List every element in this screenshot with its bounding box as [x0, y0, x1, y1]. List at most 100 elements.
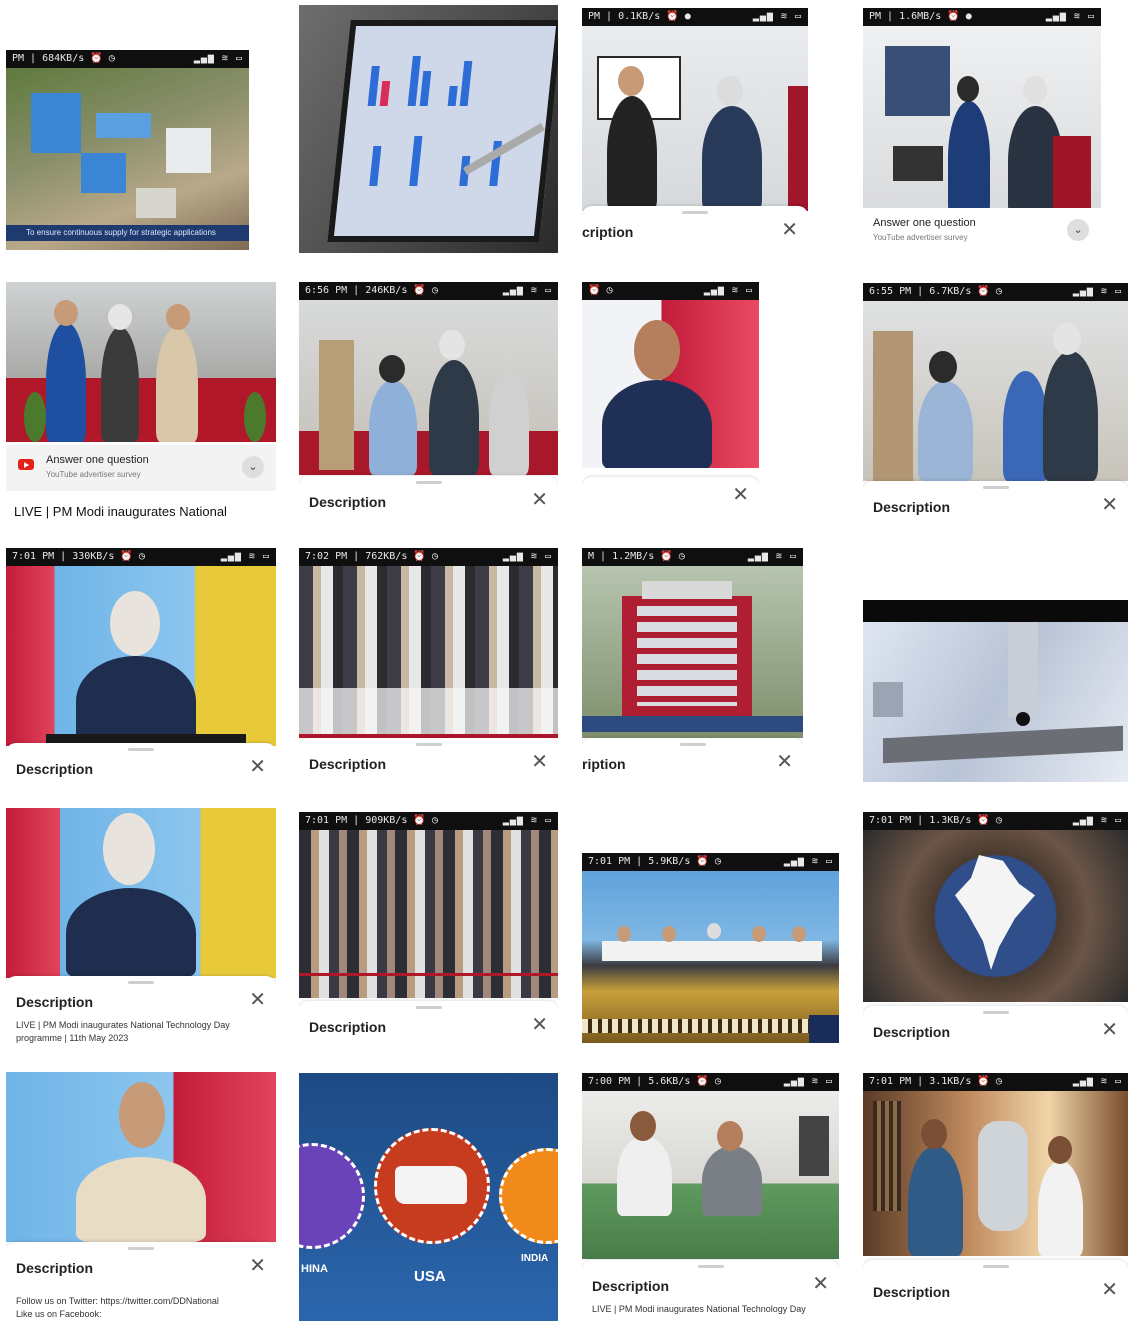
close-icon[interactable]: ✕: [1101, 1020, 1118, 1040]
sheet-title: cription: [582, 224, 634, 240]
status-left: 7:01 PM | 5.9KB/s ⏰ ◷: [588, 856, 721, 867]
map-collage-photo: [863, 830, 1128, 1002]
status-bar: PM | 0.1KB/s ⏰ ● ▂▄▆ ≋ ▭: [582, 8, 808, 26]
status-icons: ▂▄▆ ≋ ▭: [703, 285, 753, 296]
video-title[interactable]: LIVE | PM Modi inaugurates National: [14, 504, 227, 519]
thumbnail-electronics-booth[interactable]: PM | 1.6MB/s ⏰ ● ▂▄▆ ≋ ▭ Answer one ques…: [863, 8, 1101, 254]
thumbnail-audience[interactable]: 7:02 PM | 762KB/s ⏰ ◷ ▂▄▆ ≋ ▭ Descriptio…: [299, 548, 558, 788]
video-caption: [582, 716, 803, 732]
sheet-handle[interactable]: [682, 211, 708, 214]
speaker-photo: [6, 566, 276, 746]
sheet-handle[interactable]: [982, 1011, 1009, 1014]
close-icon[interactable]: ✕: [812, 1274, 829, 1294]
status-bar: 7:01 PM | 5.9KB/s ⏰ ◷ ▂▄▆ ≋ ▭: [582, 853, 839, 871]
description-sheet: Description ✕ LIVE | PM Modi inaugurates…: [582, 1260, 839, 1324]
thumbnail-booth-student[interactable]: 6:55 PM | 6.7KB/s ⏰ ◷ ▂▄▆ ≋ ▭ Descriptio…: [863, 283, 1128, 523]
sheet-title: Description: [873, 499, 951, 515]
thumbnail-booth-visit[interactable]: PM | 0.1KB/s ⏰ ● ▂▄▆ ≋ ▭ cription ✕: [582, 8, 808, 254]
sheet-handle[interactable]: [982, 1265, 1009, 1268]
sheet-handle[interactable]: [415, 481, 442, 484]
close-icon[interactable]: ✕: [531, 490, 548, 510]
video-caption: To ensure continuous supply for strategi…: [6, 225, 249, 241]
facebook-link-text[interactable]: Like us on Facebook:: [16, 1309, 102, 1319]
close-icon[interactable]: ✕: [249, 757, 266, 777]
status-icons: ▂▄▆ ≋ ▭: [1072, 1076, 1122, 1087]
sheet-handle[interactable]: [697, 1265, 724, 1268]
close-icon[interactable]: ✕: [776, 752, 793, 772]
sheet-title: Description: [309, 494, 387, 510]
thumbnail-minister-speech-2[interactable]: Description ✕ Follow us on Twitter: http…: [6, 1072, 276, 1324]
chevron-down-icon[interactable]: ⌄: [1067, 219, 1089, 241]
building-photo: [582, 566, 803, 738]
thumbnail-stage-panel[interactable]: 7:01 PM | 5.9KB/s ⏰ ◷ ▂▄▆ ≋ ▭: [582, 853, 839, 1045]
sheet-handle[interactable]: [128, 1247, 154, 1250]
booth-photo: [863, 301, 1128, 481]
description-sheet: Description ✕: [863, 481, 1128, 523]
status-bar: 7:01 PM | 1.3KB/s ⏰ ◷ ▂▄▆ ≋ ▭: [863, 812, 1128, 830]
close-icon[interactable]: ✕: [1101, 495, 1118, 515]
booth-photo: [299, 300, 558, 475]
thumbnail-lab-work[interactable]: 7:00 PM | 5.6KB/s ⏰ ◷ ▂▄▆ ≋ ▭ Descriptio…: [582, 1073, 839, 1324]
status-icons: ▂▄▆ ≋ ▭: [1072, 815, 1122, 826]
status-icons: ▂▄▆ ≋ ▭: [193, 53, 243, 64]
thumbnail-booth-conversation[interactable]: 6:56 PM | 246KB/s ⏰ ◷ ▂▄▆ ≋ ▭ Descriptio…: [299, 282, 558, 522]
close-icon[interactable]: ✕: [531, 1015, 548, 1035]
status-icons: ▂▄▆ ≋ ▭: [783, 856, 833, 867]
status-icons: ▂▄▆ ≋ ▭: [747, 551, 797, 562]
close-icon[interactable]: ✕: [249, 990, 266, 1010]
twitter-link-text[interactable]: Follow us on Twitter: https://twitter.co…: [16, 1296, 219, 1306]
status-bar: 7:01 PM | 3.1KB/s ⏰ ◷ ▂▄▆ ≋ ▭: [863, 1073, 1128, 1091]
close-icon[interactable]: ✕: [732, 485, 749, 505]
description-sheet: Description ✕: [863, 1260, 1128, 1324]
thumbnail-machine-closeup[interactable]: [863, 600, 1128, 782]
usa-label: USA: [414, 1268, 446, 1285]
thumbnail-audience-2[interactable]: 7:01 PM | 909KB/s ⏰ ◷ ▂▄▆ ≋ ▭ Descriptio…: [299, 812, 558, 1047]
thumbnail-minister-speech[interactable]: ⏰ ◷ ▂▄▆ ≋ ▭ ✕: [582, 282, 759, 517]
status-icons: ▂▄▆ ≋ ▭: [752, 11, 802, 22]
sheet-handle[interactable]: [128, 748, 154, 751]
sheet-title: Description: [16, 761, 94, 777]
thumbnail-india-map[interactable]: 7:01 PM | 1.3KB/s ⏰ ◷ ▂▄▆ ≋ ▭ Descriptio…: [863, 812, 1128, 1052]
close-icon[interactable]: ✕: [531, 752, 548, 772]
close-icon[interactable]: ✕: [1101, 1280, 1118, 1300]
sheet-handle[interactable]: [982, 486, 1009, 489]
china-label: HINA: [301, 1263, 328, 1275]
status-left: 7:02 PM | 762KB/s ⏰ ◷: [305, 551, 438, 562]
thumbnail-walking-group[interactable]: Answer one question YouTube advertiser s…: [6, 282, 276, 527]
status-left: PM | 1.6MB/s ⏰ ●: [869, 11, 972, 22]
ad-question: Answer one question: [873, 217, 976, 229]
sheet-title: Description: [873, 1284, 951, 1300]
description-sheet: Description ✕: [299, 476, 558, 522]
lab-photo: [582, 1091, 839, 1259]
close-icon[interactable]: ✕: [249, 1256, 266, 1276]
sheet-title: Description: [309, 1019, 387, 1035]
aerial-photo: [6, 68, 249, 250]
sheet-handle[interactable]: [415, 743, 442, 746]
status-left: 7:01 PM | 330KB/s ⏰ ◷: [12, 551, 145, 562]
thumbnail-aerial-facility[interactable]: PM | 684KB/s ⏰ ◷ ▂▄▆ ≋ ▭ To ensure conti…: [6, 50, 249, 250]
thumbnail-robot-lab[interactable]: 7:01 PM | 3.1KB/s ⏰ ◷ ▂▄▆ ≋ ▭ Descriptio…: [863, 1073, 1128, 1324]
description-sheet: Description ✕ Follow us on Twitter: http…: [6, 1242, 276, 1324]
chevron-down-icon[interactable]: ⌄: [242, 456, 264, 478]
status-left: 6:56 PM | 246KB/s ⏰ ◷: [305, 285, 438, 296]
close-icon[interactable]: ✕: [781, 220, 798, 240]
sheet-handle[interactable]: [128, 981, 154, 984]
description-sheet: Description ✕: [6, 743, 276, 793]
thumbnail-red-building[interactable]: M | 1.2MB/s ⏰ ◷ ▂▄▆ ≋ ▭ ription ✕: [582, 548, 803, 788]
ad-survey-banner[interactable]: Answer one question YouTube advertiser s…: [6, 445, 276, 491]
status-left: 7:00 PM | 5.6KB/s ⏰ ◷: [588, 1076, 721, 1087]
status-icons: ▂▄▆ ≋ ▭: [220, 551, 270, 562]
sheet-handle[interactable]: [679, 743, 706, 746]
thumbnail-country-maps[interactable]: HINA USA INDIA: [299, 1073, 558, 1321]
status-bar: PM | 684KB/s ⏰ ◷ ▂▄▆ ≋ ▭: [6, 50, 249, 68]
booth-photo: [863, 26, 1101, 216]
description-sheet: Description ✕: [299, 1001, 558, 1047]
status-left: PM | 0.1KB/s ⏰ ●: [588, 11, 691, 22]
status-left: M | 1.2MB/s ⏰ ◷: [588, 551, 685, 562]
thumbnail-pm-speech[interactable]: 7:01 PM | 330KB/s ⏰ ◷ ▂▄▆ ≋ ▭ Descriptio…: [6, 548, 276, 793]
sheet-handle[interactable]: [415, 1006, 442, 1009]
ad-survey-banner[interactable]: Answer one question YouTube advertiser s…: [863, 208, 1101, 254]
thumbnail-pm-speech-2[interactable]: Description ✕ LIVE | PM Modi inaugurates…: [6, 808, 276, 1048]
thumbnail-tablet-charts[interactable]: [299, 5, 558, 253]
india-label: INDIA: [521, 1253, 549, 1264]
